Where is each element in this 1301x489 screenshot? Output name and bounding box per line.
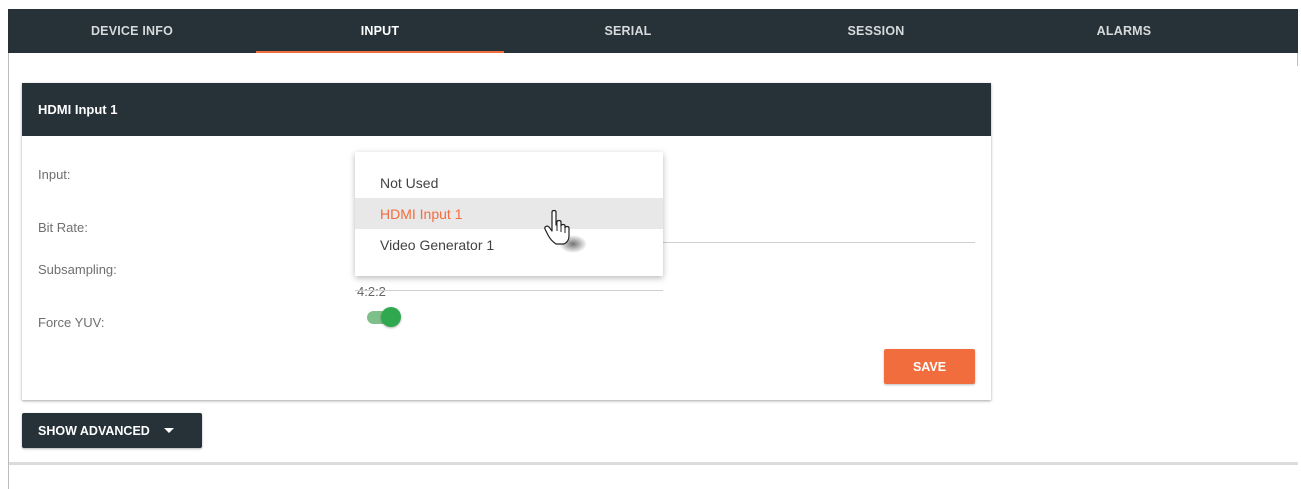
subsampling-select[interactable] <box>355 290 663 291</box>
show-advanced-label: SHOW ADVANCED <box>38 423 150 438</box>
app-frame: DEVICE INFO INPUT SERIAL SESSION ALARMS … <box>0 0 1301 489</box>
tab-session[interactable]: SESSION <box>752 9 1000 53</box>
footer-divider <box>9 462 1298 465</box>
tab-input[interactable]: INPUT <box>256 9 504 53</box>
bitrate-label: Bit Rate: <box>38 220 88 235</box>
tab-device-info[interactable]: DEVICE INFO <box>8 9 256 53</box>
force-yuv-toggle[interactable] <box>367 307 403 327</box>
tab-alarms[interactable]: ALARMS <box>1000 9 1248 53</box>
dropdown-option-hdmi-input-1[interactable]: HDMI Input 1 <box>355 198 663 229</box>
subsampling-select-value[interactable]: 4:2:2 <box>357 284 386 299</box>
toggle-knob <box>381 307 401 327</box>
force-yuv-label: Force YUV: <box>38 315 105 330</box>
subsampling-label: Subsampling: <box>38 262 117 277</box>
show-advanced-button[interactable]: SHOW ADVANCED <box>22 413 202 448</box>
input-label: Input: <box>38 167 71 182</box>
tab-serial[interactable]: SERIAL <box>504 9 752 53</box>
top-nav: DEVICE INFO INPUT SERIAL SESSION ALARMS <box>8 9 1298 53</box>
right-border <box>1297 52 1298 66</box>
left-border <box>8 52 9 489</box>
caret-down-icon <box>163 428 174 433</box>
card-title: HDMI Input 1 <box>22 83 991 136</box>
dropdown-option-video-generator-1[interactable]: Video Generator 1 <box>355 229 663 260</box>
dropdown-option-not-used[interactable]: Not Used <box>355 167 663 198</box>
save-button[interactable]: SAVE <box>884 349 975 384</box>
input-dropdown-menu: Not Used HDMI Input 1 Video Generator 1 <box>355 152 663 276</box>
bitrate-field[interactable] <box>662 242 975 243</box>
hand-pointer-icon <box>544 209 587 253</box>
